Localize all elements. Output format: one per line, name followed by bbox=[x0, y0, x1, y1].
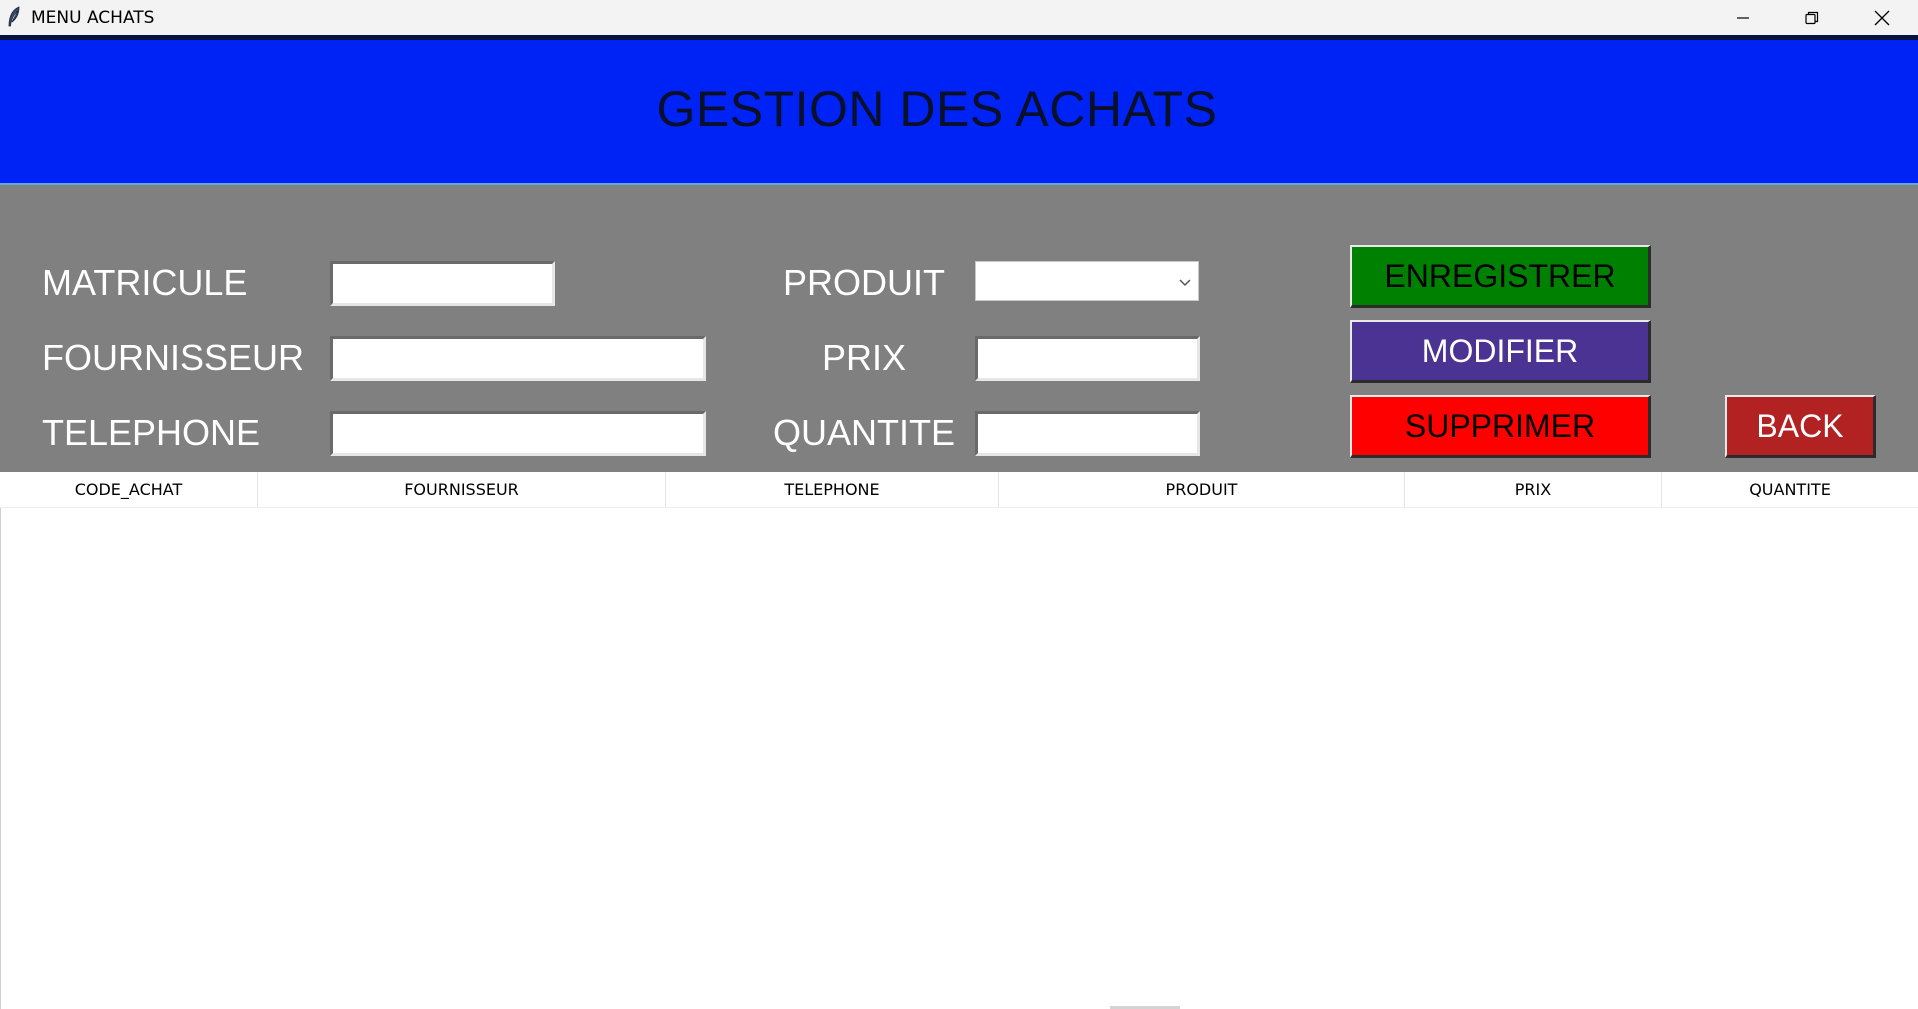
close-icon bbox=[1874, 10, 1890, 26]
prix-label: PRIX bbox=[822, 337, 907, 378]
window-title: MENU ACHATS bbox=[31, 8, 155, 28]
produit-combobox[interactable] bbox=[975, 261, 1199, 301]
page-title: GESTION DES ACHATS bbox=[656, 81, 1218, 137]
feather-icon bbox=[6, 6, 22, 28]
fournisseur-label: FOURNISSEUR bbox=[42, 337, 305, 378]
column-header-quantite[interactable]: QUANTITE bbox=[1662, 472, 1918, 507]
matricule-label: MATRICULE bbox=[42, 262, 248, 303]
app-window: MENU ACHATS GESTION DES ACHATS MATRICULE… bbox=[0, 0, 1918, 1009]
title-bar: MENU ACHATS bbox=[0, 0, 1918, 40]
table-body[interactable] bbox=[0, 508, 1918, 1009]
matricule-input[interactable] bbox=[330, 261, 555, 306]
minimize-button[interactable] bbox=[1709, 0, 1777, 35]
column-header-fournisseur[interactable]: FOURNISSEUR bbox=[258, 472, 666, 507]
table-header: CODE_ACHAT FOURNISSEUR TELEPHONE PRODUIT… bbox=[0, 472, 1918, 508]
fournisseur-input[interactable] bbox=[330, 336, 706, 381]
back-button[interactable]: BACK bbox=[1725, 395, 1876, 458]
enregistrer-button[interactable]: ENREGISTRER bbox=[1350, 245, 1651, 308]
telephone-input[interactable] bbox=[330, 411, 706, 456]
quantite-label: QUANTITE bbox=[773, 412, 956, 453]
minimize-icon bbox=[1736, 11, 1750, 25]
restore-button[interactable] bbox=[1778, 0, 1846, 35]
column-header-produit[interactable]: PRODUIT bbox=[999, 472, 1405, 507]
modifier-button[interactable]: MODIFIER bbox=[1350, 320, 1651, 383]
column-header-prix[interactable]: PRIX bbox=[1405, 472, 1662, 507]
form-panel: MATRICULE FOURNISSEUR TELEPHONE PRODUIT … bbox=[0, 185, 1918, 472]
header-banner: GESTION DES ACHATS bbox=[0, 40, 1918, 185]
telephone-label: TELEPHONE bbox=[42, 412, 261, 453]
chevron-down-icon[interactable] bbox=[1178, 275, 1192, 293]
supprimer-button[interactable]: SUPPRIMER bbox=[1350, 395, 1651, 458]
quantite-input[interactable] bbox=[975, 411, 1200, 456]
column-header-telephone[interactable]: TELEPHONE bbox=[666, 472, 999, 507]
produit-label: PRODUIT bbox=[783, 262, 945, 303]
prix-input[interactable] bbox=[975, 336, 1200, 381]
restore-icon bbox=[1805, 11, 1819, 25]
column-header-code-achat[interactable]: CODE_ACHAT bbox=[0, 472, 258, 507]
close-button[interactable] bbox=[1848, 0, 1916, 35]
